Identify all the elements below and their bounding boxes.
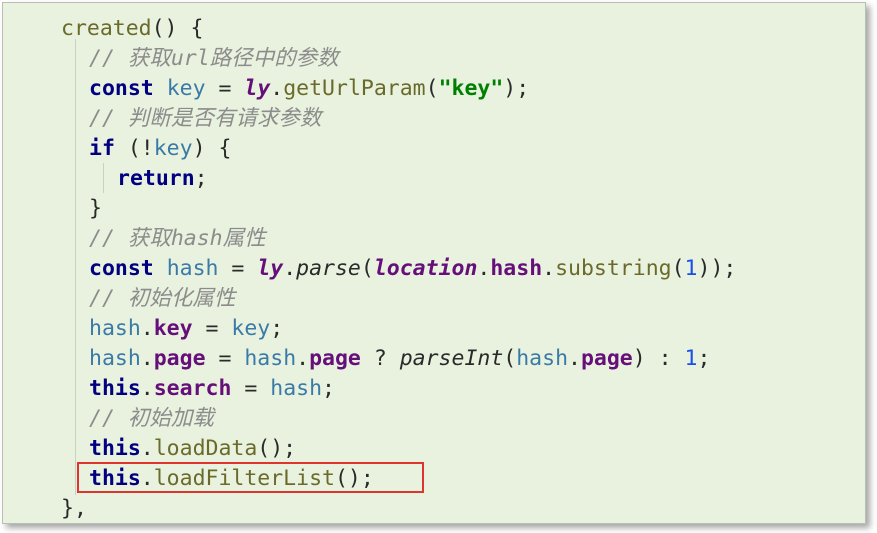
code-token: ;: [697, 346, 711, 371]
code-token: },: [61, 496, 87, 521]
code-line: hash.page = hash.page ? parseInt(hash.pa…: [89, 344, 710, 374]
code-token: =: [231, 376, 271, 401]
code-token: page: [153, 346, 206, 371]
code-token: const: [89, 256, 154, 281]
code-token: =: [205, 76, 245, 101]
code-token: // 获取hash属性: [89, 226, 266, 251]
code-token: "key": [438, 76, 504, 101]
code-token: =: [218, 256, 258, 281]
code-token: key: [153, 316, 193, 341]
code-token: key: [153, 136, 193, 161]
indent-guide-nested: [103, 163, 104, 193]
code-line: hash.key = key;: [89, 314, 283, 344]
code-token: .: [270, 76, 284, 101]
code-token: =: [192, 316, 232, 341]
code-token: ;: [270, 316, 284, 341]
code-token: .: [140, 376, 154, 401]
code-token: hash: [490, 256, 543, 281]
code-token: () {: [151, 16, 204, 41]
code-line: this.search = hash;: [89, 374, 335, 404]
code-token: // 初始加载: [89, 406, 214, 431]
code-token: =: [205, 346, 245, 371]
code-token: .: [542, 256, 556, 281]
code-token: hash: [89, 316, 141, 341]
code-token: .: [477, 256, 491, 281]
code-token: );: [503, 76, 530, 101]
code-token: ();: [257, 436, 297, 461]
code-token: search: [153, 376, 232, 401]
code-token: hash: [89, 346, 141, 371]
code-line: },: [61, 494, 87, 523]
code-token: substring: [555, 256, 672, 281]
code-token: hash: [270, 376, 323, 401]
code-token: page: [309, 346, 361, 371]
code-token: page: [580, 346, 633, 371]
code-line: this.loadData();: [89, 434, 296, 464]
code-token: ) {: [192, 136, 232, 161]
code-token: parse: [296, 256, 361, 281]
code-token: hash: [244, 346, 297, 371]
code-line: // 初始化属性: [89, 284, 235, 314]
code-token: (: [425, 76, 439, 101]
code-token: hash: [516, 346, 569, 371]
code-token: return: [117, 166, 195, 191]
code-token: (: [503, 346, 517, 371]
code-token: (: [360, 256, 374, 281]
code-token: ;: [194, 166, 208, 191]
code-token: .: [283, 256, 297, 281]
code-token: ) :: [632, 346, 685, 371]
highlight-box: [77, 462, 424, 493]
code-token: .: [296, 346, 310, 371]
code-token: ly: [244, 76, 271, 101]
code-token: // 初始化属性: [89, 286, 236, 311]
code-line: // 判断是否有请求参数: [89, 104, 321, 134]
code-line: }: [89, 194, 102, 224]
code-line: // 获取url路径中的参数: [89, 44, 339, 74]
code-line: const hash = ly.parse(location.hash.subs…: [89, 254, 736, 284]
code-line: created() {: [61, 14, 203, 44]
code-token: location: [373, 256, 478, 281]
code-token: .: [568, 346, 581, 371]
code-token: 1: [684, 346, 698, 371]
code-editor: created() {// 获取url路径中的参数 const key = ly.…: [3, 3, 865, 523]
code-token: loadData: [153, 436, 258, 461]
code-line: if (!key) {: [89, 134, 231, 164]
code-token: // 判断是否有请求参数: [89, 106, 322, 131]
code-line: const key = ly.getUrlParam("key");: [89, 74, 529, 104]
code-token: ?: [360, 346, 400, 371]
code-token: (: [671, 256, 685, 281]
code-token: ly: [257, 256, 284, 281]
code-token: hash: [166, 256, 219, 281]
code-token: ;: [322, 376, 335, 401]
code-token: key: [166, 76, 206, 101]
code-token: created: [61, 16, 152, 41]
code-token: }: [89, 196, 102, 221]
code-token: if: [89, 136, 115, 161]
code-token: .: [140, 316, 154, 341]
code-token: // 获取url路径中的参数: [89, 46, 339, 71]
code-token: .: [140, 346, 154, 371]
code-token: this: [89, 436, 141, 461]
code-token: const: [89, 76, 154, 101]
code-token: key: [231, 316, 271, 341]
code-token: this: [89, 376, 141, 401]
code-token: parseInt: [399, 346, 504, 371]
code-line: // 获取hash属性: [89, 224, 266, 254]
code-token: .: [140, 436, 154, 461]
code-screenshot-frame: created() {// 获取url路径中的参数 const key = ly.…: [2, 2, 866, 524]
code-token: getUrlParam: [283, 76, 426, 101]
code-token: ));: [697, 256, 737, 281]
code-token: (!: [114, 136, 154, 161]
indent-guide: [75, 39, 76, 495]
code-line: return;: [117, 164, 208, 194]
code-token: 1: [684, 256, 698, 281]
code-line: // 初始加载: [89, 404, 214, 434]
